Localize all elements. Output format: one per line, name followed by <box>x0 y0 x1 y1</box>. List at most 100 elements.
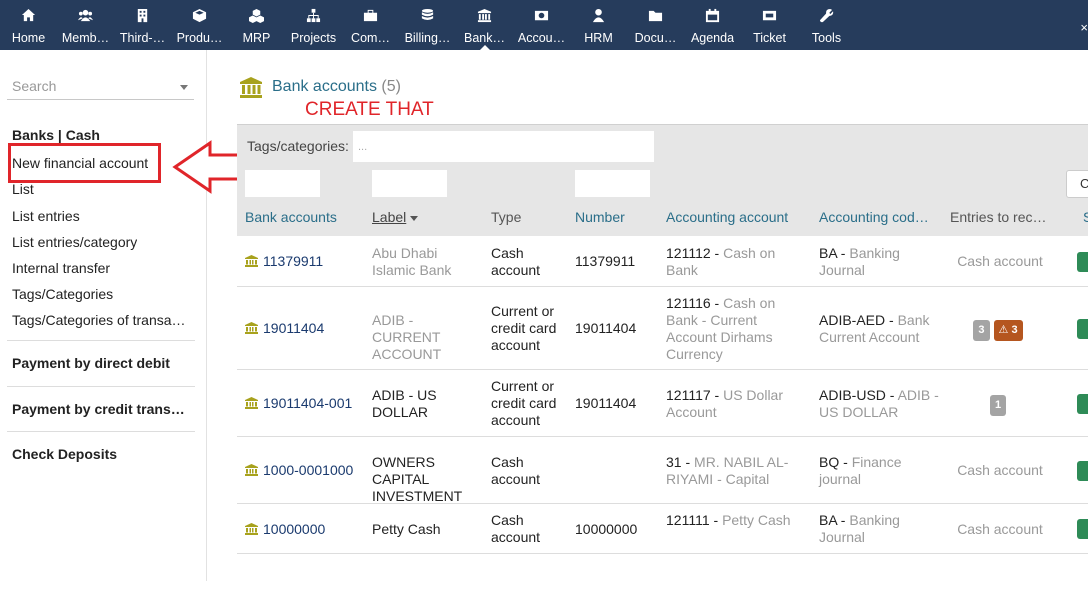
column-header-type[interactable]: Type <box>491 209 551 225</box>
entries-to-reconcile: Cash account <box>957 253 1043 269</box>
journal-code[interactable]: BA <box>819 245 837 261</box>
entries-count-badge[interactable]: 1 <box>989 395 1007 416</box>
user-icon <box>591 7 607 23</box>
accounting-account-code[interactable]: 121112 <box>666 245 711 261</box>
bank-account-label: Petty Cash <box>372 520 441 537</box>
menu-item-label: Agenda <box>690 31 735 45</box>
menu-item-building[interactable]: Third-… <box>114 0 171 50</box>
journal-code[interactable]: ADIB-USD <box>819 387 886 403</box>
late-entries-badge[interactable]: ⚠ 3 <box>993 320 1023 341</box>
menu-item-user[interactable]: HRM <box>570 0 627 50</box>
accounting-journal: ADIB-USD - ADIB - US DOLLAR <box>819 386 939 420</box>
entries-count-badge[interactable]: 3 <box>973 320 990 341</box>
menu-item-money[interactable]: Accou… <box>513 0 570 50</box>
sidebar-section-check-deposits[interactable]: Check Deposits <box>12 446 117 462</box>
coins-icon <box>420 7 436 23</box>
accounting-account: 121112 - Cash on Bank <box>666 244 776 278</box>
money-icon <box>534 7 550 23</box>
wrench-icon <box>819 7 835 23</box>
accounting-account-code[interactable]: 31 <box>666 454 682 470</box>
sidebar-item-tags-categories-transactions[interactable]: Tags/Categories of transa… <box>12 312 186 328</box>
sidebar-section-direct-debit[interactable]: Payment by direct debit <box>12 355 170 371</box>
sidebar-section-banks-cash[interactable]: Banks | Cash <box>12 127 100 143</box>
search-input[interactable]: Search <box>7 74 194 100</box>
column-header-accounting-code[interactable]: Accounting cod… <box>819 209 944 225</box>
bank-account-link[interactable]: 10000000 <box>263 521 325 537</box>
accounting-account-code[interactable]: 121111 <box>666 512 710 528</box>
accounting-account-name: MR. NABIL AL-RIYAMI - Capital <box>666 453 789 487</box>
table-row[interactable]: 19011404 ADIB - CURRENT ACCOUNT Current or… <box>237 287 1088 370</box>
account-type: Cash account <box>491 512 541 545</box>
bank-account-link[interactable]: 1000-0001000 <box>263 462 353 478</box>
sidebar-item-list-entries-category[interactable]: List entries/category <box>12 234 137 250</box>
filter-bank-accounts-input[interactable] <box>245 170 320 197</box>
account-number: 19011404 <box>575 395 637 411</box>
bank-icon <box>240 77 262 98</box>
accounting-account-code[interactable]: 121116 <box>666 295 711 311</box>
journal-code[interactable]: BA <box>819 512 837 528</box>
table-row[interactable]: 1000-0001000 OWNERS CAPITAL INVESTMENT Cas… <box>237 437 1088 504</box>
filter-search-button[interactable]: C <box>1066 170 1088 198</box>
menu-item-folder[interactable]: Docu… <box>627 0 684 50</box>
menu-item-cubes[interactable]: MRP <box>228 0 285 50</box>
tags-filter-input[interactable]: ... <box>353 131 654 162</box>
bank-account-link[interactable]: 11379911 <box>263 253 323 269</box>
sidebar-item-tags-categories[interactable]: Tags/Categories <box>12 286 113 302</box>
chevron-down-icon[interactable] <box>180 85 188 90</box>
menu-item-briefcase[interactable]: Com… <box>342 0 399 50</box>
bank-account-link[interactable]: 19011404 <box>263 320 324 336</box>
bank-account-link[interactable]: 19011404-001 <box>263 395 352 411</box>
column-header-status[interactable]: S <box>1083 209 1088 225</box>
menu-item-wrench[interactable]: Tools <box>798 0 855 50</box>
topbar-overflow[interactable]: × <box>1080 20 1088 35</box>
table-row[interactable]: 19011404-001 ADIB - US DOLLAR Current or c… <box>237 370 1088 437</box>
table-row[interactable]: 10000000 Petty Cash Cash account 10000000 12… <box>237 504 1088 554</box>
menu-item-bank[interactable]: Bank… <box>456 0 513 50</box>
column-header-accounting-account[interactable]: Accounting account <box>666 209 806 225</box>
bank-icon <box>245 397 258 409</box>
bank-account-ref[interactable]: 10000000 <box>245 521 365 538</box>
accounting-account-code[interactable]: 121117 <box>666 387 711 403</box>
column-header-entries-to-reconcile[interactable]: Entries to rec… <box>950 209 1050 225</box>
status-badge <box>1077 251 1088 272</box>
bank-account-ref[interactable]: 19011404-001 <box>245 395 365 412</box>
ticket-icon <box>762 7 778 23</box>
sidebar-item-list-entries[interactable]: List entries <box>12 208 80 224</box>
menu-item-home[interactable]: Home <box>0 0 57 50</box>
bank-icon <box>245 464 258 476</box>
calendar-icon <box>705 7 721 23</box>
bank-icon <box>245 322 258 334</box>
bank-account-ref[interactable]: 1000-0001000 <box>245 462 365 479</box>
menu-item-cube[interactable]: Produ… <box>171 0 228 50</box>
account-type: Current or credit card account <box>491 378 557 428</box>
building-icon <box>135 7 151 23</box>
tags-filter-label: Tags/categories: <box>247 138 349 154</box>
highlight-box <box>8 143 161 183</box>
filter-label-input[interactable] <box>372 170 447 197</box>
accounting-account-name: Petty Cash <box>722 512 791 528</box>
home-icon <box>21 7 37 23</box>
table-row[interactable]: 11379911 Abu Dhabi Islamic Bank Cash accou… <box>237 236 1088 287</box>
menu-item-coins[interactable]: Billing… <box>399 0 456 50</box>
menu-item-label: HRM <box>584 31 613 45</box>
column-header-number[interactable]: Number <box>575 209 645 225</box>
tags-filter-placeholder: ... <box>358 141 368 153</box>
column-header-bank-accounts[interactable]: Bank accounts <box>245 209 355 225</box>
account-type: Cash account <box>491 244 541 278</box>
sidebar-section-credit-transfer[interactable]: Payment by credit trans… <box>12 401 185 417</box>
menu-item-calendar[interactable]: Agenda <box>684 0 741 50</box>
journal-code[interactable]: BQ <box>819 454 839 470</box>
menu-item-users[interactable]: Memb… <box>57 0 114 50</box>
sidebar-item-internal-transfer[interactable]: Internal transfer <box>12 260 110 276</box>
search-placeholder: Search <box>12 78 57 94</box>
menu-item-sitemap[interactable]: Projects <box>285 0 342 50</box>
sidebar-item-list[interactable]: List <box>12 181 34 197</box>
bank-account-label: Abu Dhabi Islamic Bank <box>372 244 452 278</box>
accounting-account: 121117 - US Dollar Account <box>666 386 783 420</box>
filter-number-input[interactable] <box>575 170 650 197</box>
column-header-label[interactable]: Label <box>372 209 462 225</box>
journal-code[interactable]: ADIB-AED <box>819 312 885 328</box>
bank-account-ref[interactable]: 19011404 <box>245 320 365 337</box>
bank-account-ref[interactable]: 11379911 <box>245 253 365 270</box>
menu-item-ticket[interactable]: Ticket <box>741 0 798 50</box>
